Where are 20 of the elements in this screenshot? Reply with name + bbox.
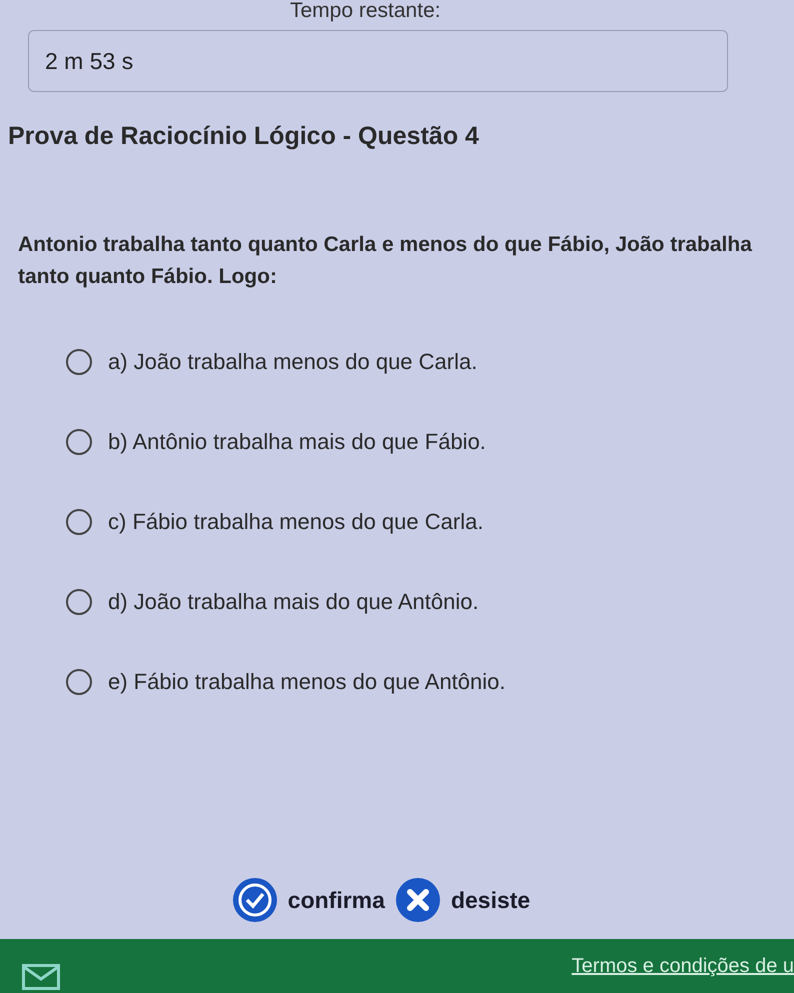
- confirm-button[interactable]: confirma: [232, 877, 385, 923]
- radio-button[interactable]: [66, 669, 92, 695]
- close-icon: [394, 877, 441, 923]
- option-label[interactable]: b) Antônio trabalha mais do que Fábio.: [108, 429, 486, 455]
- page-title: Prova de Raciocínio Lógico - Questão 4: [8, 122, 480, 151]
- option-label[interactable]: a) João trabalha menos do que Carla.: [108, 349, 478, 375]
- radio-button[interactable]: [66, 349, 92, 375]
- mail-icon[interactable]: [22, 964, 60, 990]
- radio-button[interactable]: [66, 429, 92, 455]
- timer-field: 2 m 53 s: [28, 30, 728, 92]
- radio-button[interactable]: [66, 509, 92, 535]
- timer-label: Tempo restante:: [290, 0, 442, 22]
- terms-link[interactable]: Termos e condições de u: [572, 954, 794, 978]
- question-text: Antonio trabalha tanto quanto Carla e menos do que Fábio, João trabalha tanto quanto Fábio. Logo:: [18, 232, 753, 290]
- cancel-button[interactable]: desiste: [394, 877, 530, 923]
- radio-button[interactable]: [66, 589, 92, 615]
- check-circle-icon: [232, 877, 278, 923]
- option-label[interactable]: d) João trabalha mais do que Antônio.: [108, 589, 479, 615]
- option-label[interactable]: c) Fábio trabalha menos do que Carla.: [108, 509, 484, 535]
- option-label[interactable]: e) Fábio trabalha menos do que Antônio.: [108, 669, 506, 695]
